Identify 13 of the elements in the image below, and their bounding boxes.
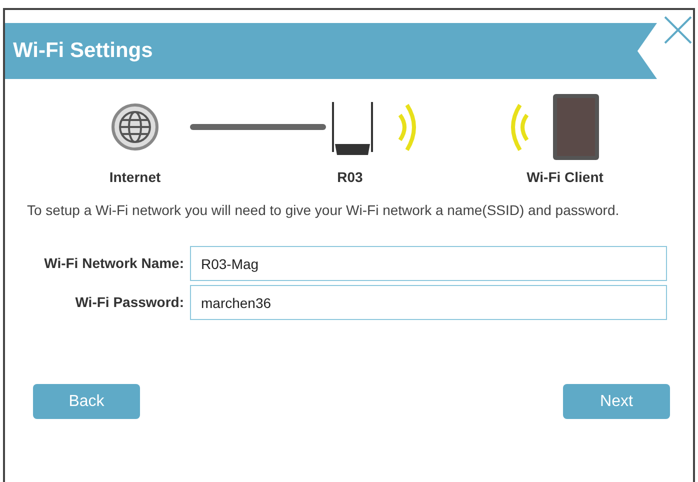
window-title: Wi-Fi Settings: [13, 38, 153, 64]
node-label: Internet: [109, 169, 161, 185]
node-label: R03: [337, 169, 363, 185]
node-label: Wi-Fi Client: [526, 169, 604, 185]
close-icon: [663, 15, 693, 45]
input-field[interactable]: R03-Mag: [190, 246, 667, 282]
tablet-icon: [552, 93, 600, 161]
close-button[interactable]: [663, 15, 693, 45]
field-label: Wi-Fi Password:: [74, 293, 185, 312]
field-label: Wi-Fi Network Name:: [43, 254, 185, 274]
input-field[interactable]: marchen36: [190, 285, 667, 320]
description-text: To setup a Wi-Fi network you will need to give your Wi-Fi network a name(SSID) and password.: [27, 201, 620, 220]
globe-icon: [110, 102, 160, 152]
